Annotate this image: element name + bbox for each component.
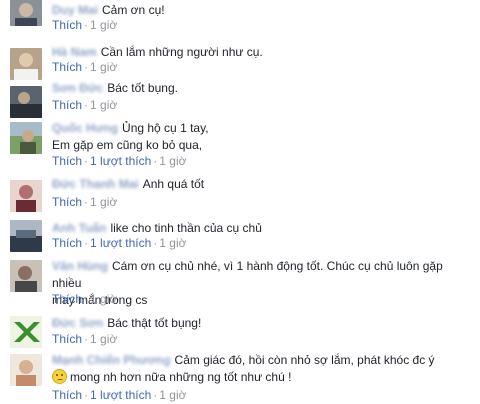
avatar[interactable]: [10, 48, 42, 80]
comment-author[interactable]: Đức Sơn: [52, 315, 103, 332]
separator: ·: [84, 236, 89, 250]
separator: ·: [153, 388, 158, 402]
avatar[interactable]: [10, 316, 42, 348]
comment-body: Bác thật tốt bụng!: [107, 316, 202, 330]
comment-time[interactable]: 1 giờ: [90, 292, 117, 306]
separator: ·: [84, 292, 89, 306]
avatar[interactable]: [10, 0, 42, 26]
comment-body: Anh quá tốt: [142, 177, 205, 191]
comment-time[interactable]: 1 giờ: [159, 388, 186, 402]
comment-time[interactable]: 1 giờ: [159, 154, 186, 168]
separator: ·: [84, 98, 89, 112]
avatar[interactable]: [10, 180, 42, 212]
separator: ·: [84, 18, 89, 32]
comment-author[interactable]: Mạnh Chiến Phương: [52, 352, 171, 369]
comment-actions: Thích · 1 giờ: [52, 194, 117, 210]
comment-actions: Thích · 1 giờ: [52, 17, 117, 33]
comment-actions: Thích · 1 lượt thích · 1 giờ: [52, 387, 187, 403]
like-link[interactable]: Thích: [52, 98, 82, 112]
comment-body: Cám ơn cụ chủ nhé, vì 1 hành động tốt. C…: [52, 259, 443, 290]
like-link[interactable]: Thích: [52, 18, 82, 32]
separator: ·: [84, 332, 89, 346]
separator: ·: [84, 60, 89, 74]
avatar[interactable]: [10, 86, 42, 118]
comment-author[interactable]: Sơn Đức: [52, 80, 103, 97]
comment-text: Quốc Hưng Ủng hộ cụ 1 tay, Em gặp em cũng…: [52, 120, 466, 154]
separator: ·: [153, 154, 158, 168]
like-link[interactable]: Thích: [52, 154, 82, 168]
comment-body-line2: Em gặp em cũng ko bỏ qua,: [52, 138, 203, 152]
separator: ·: [153, 236, 158, 250]
comment-body-line2: mong nh hơn nữa những ng tốt như chú !: [70, 370, 292, 384]
comment-time[interactable]: 1 giờ: [159, 236, 186, 250]
comment-body: Bác tốt bụng.: [107, 81, 178, 95]
like-link[interactable]: Thích: [52, 195, 82, 209]
separator: ·: [84, 154, 89, 168]
comment-time[interactable]: 1 giờ: [90, 332, 117, 346]
comment-actions: Thích · 1 giờ: [52, 331, 117, 347]
avatar[interactable]: [10, 260, 42, 292]
like-count[interactable]: 1 lượt thích: [90, 236, 151, 250]
comment-actions: Thích · 1 giờ: [52, 59, 117, 75]
like-count[interactable]: 1 lượt thích: [90, 388, 151, 402]
comment-actions: Thích · 1 lượt thích · 1 giờ: [52, 153, 187, 169]
avatar[interactable]: [10, 220, 42, 252]
comment-text: Đức Thanh Mai Anh quá tốt: [52, 176, 466, 193]
comment-body: Cần lắm những người như cụ.: [100, 45, 263, 59]
like-link[interactable]: Thích: [52, 292, 82, 306]
sad-face-icon: [52, 369, 67, 384]
comment-time[interactable]: 1 giờ: [90, 18, 117, 32]
like-link[interactable]: Thích: [52, 332, 82, 346]
avatar[interactable]: [10, 354, 42, 386]
comment-author[interactable]: Đức Thanh Mai: [52, 176, 139, 193]
like-link[interactable]: Thích: [52, 388, 82, 402]
separator: ·: [84, 388, 89, 402]
comment-actions: Thích · 1 giờ: [52, 97, 117, 113]
comment-author[interactable]: Văn Hùng: [52, 258, 108, 275]
comment-time[interactable]: 1 giờ: [90, 60, 117, 74]
like-link[interactable]: Thích: [52, 60, 82, 74]
comment-actions: Thích · 1 giờ: [52, 291, 117, 307]
comment-body: Cảm ơn cụ!: [102, 3, 165, 17]
comment-text: Sơn Đức Bác tốt bụng.: [52, 80, 466, 97]
comment-body: like cho tinh thần của cụ chủ: [110, 221, 262, 235]
comment-text: Đức Sơn Bác thật tốt bụng!: [52, 315, 466, 332]
comment-actions: Thích · 1 lượt thích · 1 giờ: [52, 235, 187, 251]
separator: ·: [84, 195, 89, 209]
avatar[interactable]: [10, 122, 42, 154]
like-link[interactable]: Thích: [52, 236, 82, 250]
comment-time[interactable]: 1 giờ: [90, 195, 117, 209]
comment-body: Cảm giác đó, hồi còn nhỏ sợ lắm, phát kh…: [174, 353, 435, 367]
comment-time[interactable]: 1 giờ: [90, 98, 117, 112]
comment-text: Mạnh Chiến Phương Cảm giác đó, hồi còn nh…: [52, 352, 466, 386]
comment-body: Ủng hộ cụ 1 tay,: [122, 121, 209, 135]
like-count[interactable]: 1 lượt thích: [90, 154, 151, 168]
comment-author[interactable]: Quốc Hưng: [52, 120, 118, 137]
